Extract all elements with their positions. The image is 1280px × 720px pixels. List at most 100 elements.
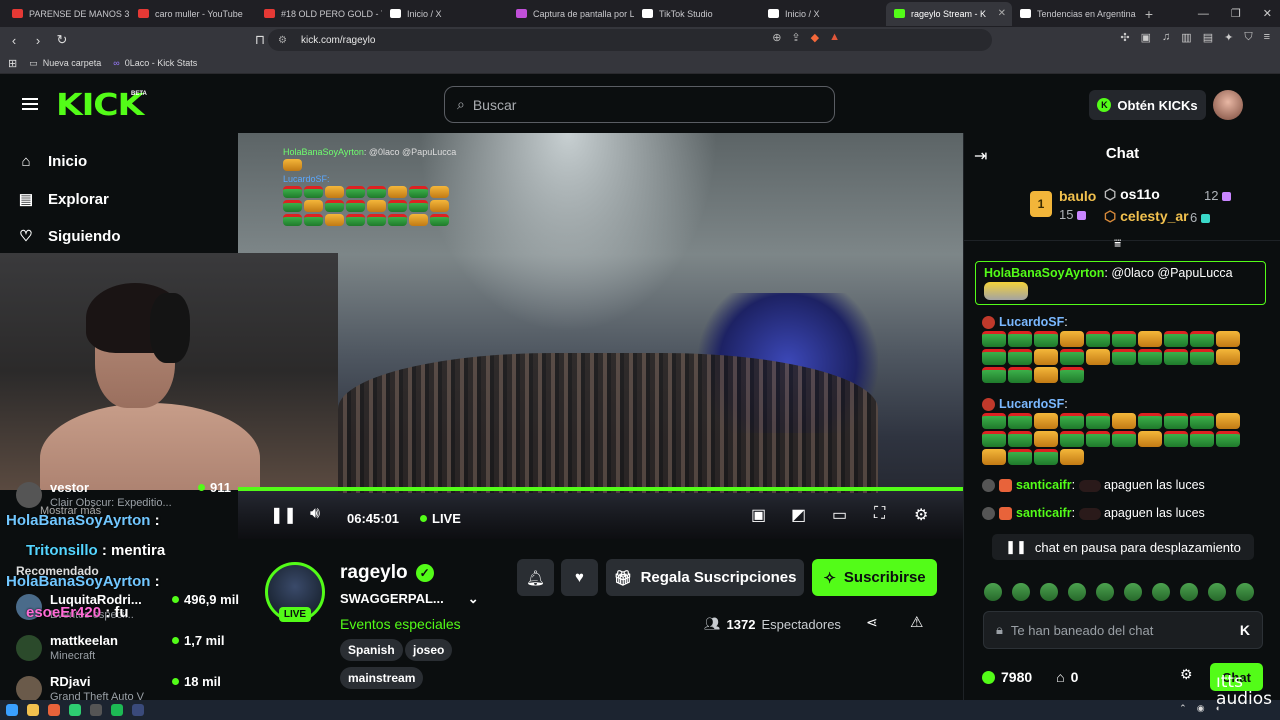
leaderboard-entry[interactable]: ⬡ celesty_ar (1104, 208, 1189, 225)
tag-chip[interactable]: joseo (405, 639, 453, 661)
chat-input[interactable]: 🔒︎ Te han baneado del chat K (983, 611, 1263, 649)
pause-icon[interactable]: ❚❚ (270, 505, 297, 525)
recommended-channel[interactable]: RDjavi Grand Theft Auto V 18 mil (16, 674, 221, 703)
chat-settings-icon[interactable]: ⚙ (1180, 666, 1193, 683)
emote-button[interactable] (1152, 583, 1170, 601)
get-kicks-button[interactable]: K Obtén KICKs (1089, 90, 1206, 120)
hamburger-menu-icon[interactable] (22, 98, 38, 110)
music-icon[interactable]: ♫ (1162, 31, 1170, 44)
settings-icon[interactable]: ⚙ (914, 505, 928, 525)
browser-tab[interactable]: #18 OLD PERO GOLD - Yo (256, 2, 382, 26)
close-window-icon[interactable]: ✕ (1263, 7, 1272, 20)
brave-icon[interactable] (48, 704, 60, 716)
file-explorer-icon[interactable] (27, 704, 39, 716)
leaderboard-name[interactable]: baulo (1059, 188, 1096, 204)
chat-paused-banner[interactable]: ❚❚ chat en pausa para desplazamiento (992, 534, 1254, 560)
miniplayer-icon[interactable]: ▭ (832, 505, 847, 525)
fullscreen-icon[interactable]: ⛶ (874, 505, 885, 523)
shop-balance[interactable]: ⌂ 0 (1056, 669, 1078, 685)
pinned-user[interactable]: HolaBanaSoyAyrton (984, 266, 1104, 280)
emote-button[interactable] (1180, 583, 1198, 601)
rewards-icon[interactable]: ▲ (829, 31, 840, 44)
url-input[interactable]: ⚙ kick.com/rageylo (268, 29, 992, 51)
emote-button[interactable] (1124, 583, 1142, 601)
show-more-link[interactable]: Mostrar más (40, 505, 101, 517)
chat-user[interactable]: LucardoSF (999, 397, 1064, 411)
emote-button[interactable] (1012, 583, 1030, 601)
tray-chevron-icon[interactable]: ⌃ (1179, 703, 1187, 714)
emote-button[interactable] (1040, 583, 1058, 601)
emote-button[interactable] (1096, 583, 1114, 601)
chat-user[interactable]: santicaifr (1016, 478, 1072, 492)
report-icon[interactable]: ⚠ (910, 613, 923, 631)
network-icon[interactable]: ◉ (1197, 703, 1205, 714)
volume-icon[interactable]: 🔊︎ (310, 505, 320, 523)
gift-subs-button[interactable]: 🎁︎ Regala Suscripciones (606, 559, 804, 596)
kick-emote-icon[interactable]: K (1240, 622, 1250, 638)
kick-logo[interactable]: KICK (56, 88, 144, 123)
nav-explorar[interactable]: ▤ Explorar (18, 190, 109, 209)
close-tab-icon[interactable]: ✕ (998, 8, 1006, 19)
sidebar-toggle-icon[interactable]: ▥ (1181, 31, 1191, 44)
channel-name[interactable]: rageylo (340, 562, 408, 584)
bookmark-folder[interactable]: ▭ Nueva carpeta (29, 58, 101, 69)
subscribe-button[interactable]: ✧ Suscribirse (812, 559, 937, 596)
follow-button[interactable]: ♥ (561, 559, 598, 596)
app-icon[interactable] (69, 704, 81, 716)
emote-button[interactable] (1068, 583, 1086, 601)
leaderboard-toggle-icon[interactable]: ⩸ (1114, 236, 1121, 251)
browser-tab[interactable]: Inicio / X (382, 2, 508, 26)
browser-tab[interactable]: Captura de pantalla por Li (508, 2, 634, 26)
app-icon[interactable] (90, 704, 102, 716)
browser-tab[interactable]: caro muller - YouTube (130, 2, 256, 26)
menu-icon[interactable]: ≡ (1264, 31, 1270, 44)
minimize-icon[interactable]: — (1198, 8, 1209, 20)
chevron-down-icon[interactable]: ⌄ (468, 591, 479, 607)
tag-chip[interactable]: Spanish (340, 639, 403, 661)
browser-tab[interactable]: rageylo Stream - K ✕ (886, 1, 1012, 26)
emote-button[interactable] (984, 583, 1002, 601)
windows-start-icon[interactable] (6, 704, 18, 716)
recommended-channel[interactable]: mattkeelan Minecraft 1,7 mil (16, 633, 224, 662)
apps-icon[interactable]: ⊞ (8, 57, 17, 70)
spotify-icon[interactable] (111, 704, 123, 716)
theater-icon[interactable]: ◩ (791, 505, 806, 525)
zoom-icon[interactable]: ⊕ (772, 31, 781, 44)
video-player[interactable]: HolaBanaSoyAyrton: @0laco @PapuLucca Luc… (238, 133, 963, 539)
vpn-icon[interactable]: ⛉ (1244, 31, 1252, 44)
search-input[interactable]: ⌕ Buscar (444, 86, 835, 123)
extensions-icon[interactable]: ✣ (1120, 31, 1129, 44)
tag-chip[interactable]: mainstream (340, 667, 424, 689)
leaderboard-entry[interactable]: ⬡ os11o (1104, 186, 1160, 203)
leo-icon[interactable]: ✦ (1224, 31, 1233, 44)
browser-tab[interactable]: Tendencias en Argentina (1012, 2, 1138, 26)
bookmark-icon[interactable]: ⊓ (250, 32, 270, 48)
user-avatar[interactable] (1213, 90, 1243, 120)
emote-button[interactable] (1208, 583, 1226, 601)
back-icon[interactable]: ‹ (4, 33, 24, 48)
brave-shield-icon[interactable]: ◆ (811, 31, 819, 44)
app-icon[interactable] (132, 704, 144, 716)
browser-tab[interactable]: PARENSE DE MANOS 3 - E (4, 2, 130, 26)
share-icon[interactable]: ⇪ (791, 31, 800, 44)
site-info-icon[interactable]: ⚙ (278, 35, 287, 46)
chat-user[interactable]: santicaifr (1016, 506, 1072, 520)
emote-button[interactable] (1236, 583, 1254, 601)
kicks-balance[interactable]: 7980 (982, 669, 1032, 685)
share-icon[interactable]: ⋖ (866, 614, 878, 631)
nav-inicio[interactable]: ⌂ Inicio (18, 153, 87, 170)
notifications-button[interactable]: 🔔︎ (517, 559, 554, 596)
clip-icon[interactable]: ▣ (751, 505, 766, 525)
nav-siguiendo[interactable]: ♡ Siguiendo (18, 227, 120, 246)
restore-icon[interactable]: ❐ (1231, 7, 1241, 20)
browser-tab[interactable]: Inicio / X (760, 2, 886, 26)
image-icon[interactable]: ▤ (1203, 31, 1213, 44)
bookmark-kickstats[interactable]: ∞ 0Laco - Kick Stats (113, 58, 197, 68)
browser-tab[interactable]: TikTok Studio (634, 2, 760, 26)
reload-icon[interactable]: ↻ (52, 32, 72, 48)
wallet-icon[interactable]: ▣ (1141, 31, 1151, 44)
forward-icon[interactable]: › (28, 33, 48, 48)
chat-user[interactable]: LucardoSF (999, 315, 1064, 329)
new-tab-icon[interactable]: + (1138, 6, 1160, 22)
stream-category[interactable]: Eventos especiales (340, 616, 461, 632)
